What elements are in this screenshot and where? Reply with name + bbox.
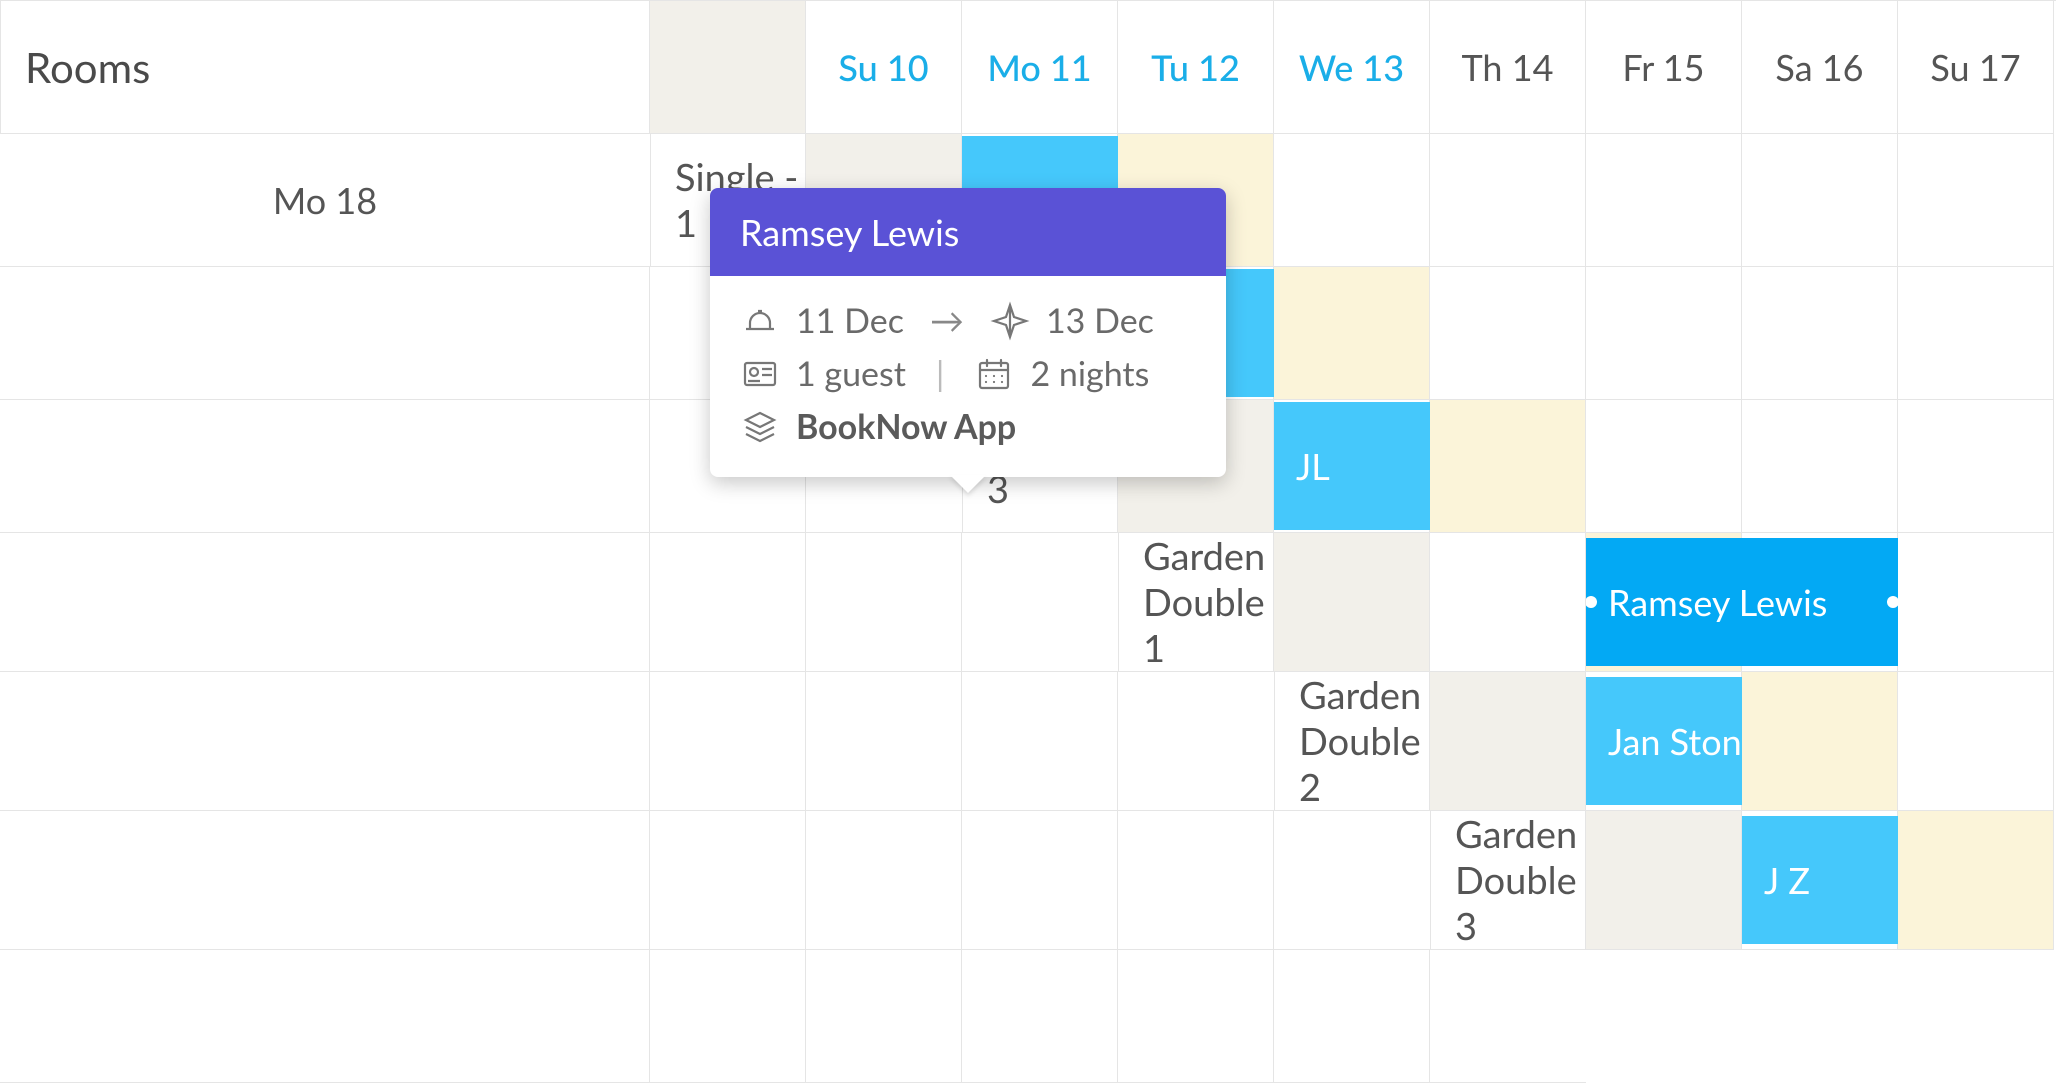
grid-cell[interactable] bbox=[1118, 672, 1274, 811]
grid-cell[interactable] bbox=[650, 672, 806, 811]
grid-cell[interactable] bbox=[1898, 134, 2054, 267]
booking-block-garden-1-selected[interactable]: Ramsey Lewis bbox=[1586, 538, 1898, 666]
checkout-date: 13 Dec bbox=[1046, 300, 1154, 341]
col-header-tu12[interactable]: Tu 12 bbox=[1118, 1, 1274, 134]
grid-cell[interactable] bbox=[1118, 811, 1274, 950]
grid-cell[interactable] bbox=[1586, 267, 1742, 400]
booking-label: J Z bbox=[1764, 858, 1810, 902]
grid-cell[interactable] bbox=[1898, 267, 2054, 400]
rooms-header-cell: Rooms bbox=[0, 1, 650, 134]
grid-cell[interactable] bbox=[0, 811, 650, 950]
grid-cell[interactable]: JL bbox=[1274, 400, 1430, 533]
grid-cell[interactable] bbox=[650, 811, 806, 950]
grid-cell-today[interactable]: Ramsey Lewis bbox=[1586, 533, 1742, 672]
grid-cell[interactable] bbox=[0, 400, 650, 533]
gutter-cell bbox=[1586, 811, 1742, 950]
grid-cell[interactable] bbox=[1430, 950, 1586, 1083]
popover-title: Ramsey Lewis bbox=[710, 188, 1226, 276]
bell-icon bbox=[740, 301, 780, 341]
col-header-th14[interactable]: Th 14 bbox=[1430, 1, 1586, 134]
channel-name: BookNow App bbox=[796, 406, 1016, 447]
resize-handle-right[interactable] bbox=[1887, 596, 1898, 608]
grid-cell[interactable] bbox=[1274, 950, 1430, 1083]
grid-cell[interactable] bbox=[0, 950, 650, 1083]
col-header-mo11[interactable]: Mo 11 bbox=[962, 1, 1118, 134]
calendar-grid: Rooms Su 10 Mo 11 Tu 12 We 13 Th 14 Fr 1… bbox=[0, 0, 2056, 1083]
room-label-garden-1[interactable]: Garden Double 1 bbox=[1118, 533, 1274, 672]
grid-cell[interactable] bbox=[962, 533, 1118, 672]
gutter-cell bbox=[1430, 672, 1586, 811]
popover-pointer bbox=[950, 475, 986, 493]
grid-cell[interactable] bbox=[1898, 400, 2054, 533]
arrow-right-icon: → bbox=[930, 300, 964, 341]
booking-popover[interactable]: Ramsey Lewis 11 Dec → 13 Dec 1 guest | bbox=[710, 188, 1226, 477]
grid-cell[interactable] bbox=[1742, 134, 1898, 267]
grid-cell[interactable] bbox=[806, 533, 962, 672]
popover-body: 11 Dec → 13 Dec 1 guest | 2 nights bbox=[710, 276, 1226, 477]
room-label-garden-2[interactable]: Garden Double 2 bbox=[1274, 672, 1430, 811]
grid-cell[interactable] bbox=[0, 533, 650, 672]
booking-label: Jan Stone bbox=[1608, 719, 1761, 763]
grid-cell[interactable] bbox=[0, 267, 650, 400]
grid-cell[interactable] bbox=[1742, 267, 1898, 400]
grid-cell[interactable] bbox=[1274, 134, 1430, 267]
booking-block-garden-3[interactable]: J Z bbox=[1742, 816, 1898, 944]
plane-icon bbox=[990, 301, 1030, 341]
grid-cell[interactable] bbox=[962, 811, 1118, 950]
grid-cell[interactable] bbox=[962, 672, 1118, 811]
id-card-icon bbox=[740, 354, 780, 394]
grid-cell[interactable]: J Z bbox=[1742, 811, 1898, 950]
grid-cell[interactable] bbox=[806, 811, 962, 950]
grid-cell[interactable] bbox=[1430, 533, 1586, 672]
grid-cell-today[interactable] bbox=[1742, 672, 1898, 811]
gutter-header bbox=[650, 1, 806, 134]
grid-cell[interactable] bbox=[806, 672, 962, 811]
grid-cell[interactable] bbox=[962, 950, 1118, 1083]
night-count: 2 nights bbox=[1030, 353, 1149, 394]
grid-cell[interactable] bbox=[1586, 134, 1742, 267]
booking-label: JL bbox=[1296, 444, 1330, 488]
col-header-su10[interactable]: Su 10 bbox=[806, 1, 962, 134]
grid-cell[interactable] bbox=[1118, 950, 1274, 1083]
separator: | bbox=[936, 353, 945, 394]
grid-cell-today[interactable] bbox=[1430, 400, 1586, 533]
col-header-sa16[interactable]: Sa 16 bbox=[1742, 1, 1898, 134]
col-header-su17[interactable]: Su 17 bbox=[1898, 1, 2054, 134]
grid-cell[interactable]: Jan Stone bbox=[1586, 672, 1742, 811]
guest-count: 1 guest bbox=[796, 353, 906, 394]
grid-cell[interactable] bbox=[1430, 134, 1586, 267]
grid-cell[interactable] bbox=[1586, 400, 1742, 533]
layers-icon bbox=[740, 407, 780, 447]
grid-cell[interactable] bbox=[1898, 672, 2054, 811]
resize-handle-left[interactable] bbox=[1586, 596, 1597, 608]
grid-cell[interactable] bbox=[1742, 400, 1898, 533]
grid-cell[interactable] bbox=[1898, 533, 2054, 672]
grid-cell[interactable] bbox=[0, 672, 650, 811]
room-label-garden-3[interactable]: Garden Double 3 bbox=[1430, 811, 1586, 950]
grid-cell-today[interactable] bbox=[1898, 811, 2054, 950]
calendar-icon bbox=[974, 354, 1014, 394]
col-header-mo18[interactable]: Mo 18 bbox=[0, 134, 650, 267]
col-header-we13[interactable]: We 13 bbox=[1274, 1, 1430, 134]
grid-cell[interactable] bbox=[1274, 811, 1430, 950]
rooms-header-label: Rooms bbox=[25, 42, 150, 92]
grid-cell[interactable] bbox=[806, 950, 962, 1083]
checkin-date: 11 Dec bbox=[796, 300, 904, 341]
booking-label: Ramsey Lewis bbox=[1608, 580, 1827, 624]
grid-cell[interactable] bbox=[650, 950, 806, 1083]
grid-cell-today[interactable] bbox=[1274, 267, 1430, 400]
gutter-cell bbox=[1274, 533, 1430, 672]
col-header-fr15[interactable]: Fr 15 bbox=[1586, 1, 1742, 134]
grid-cell[interactable] bbox=[1430, 267, 1586, 400]
grid-cell[interactable] bbox=[650, 533, 806, 672]
